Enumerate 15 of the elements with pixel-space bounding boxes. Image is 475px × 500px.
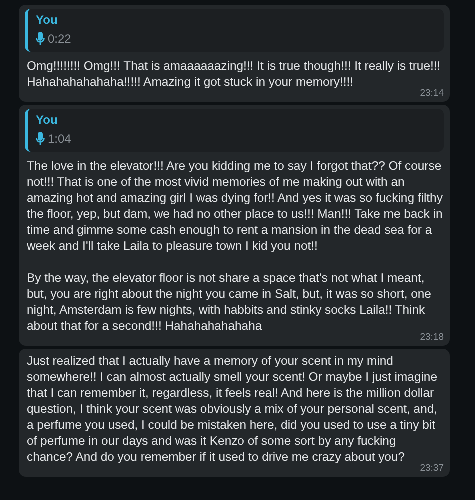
quoted-voice-message[interactable]: You 0:22 [25,9,444,52]
message-text: Omg!!!!!!!! Omg!!! That is amaaaaaazing!!! It is true though!!! It really is true!!! Hahahahahahaha!!!!! Amazing it got stuck in your memory!!!! [27,58,442,89]
quote-author: You [36,113,59,127]
voice-duration: 0:22 [48,32,72,46]
microphone-icon [36,32,45,46]
message-time: 23:14 [420,88,444,99]
message-time: 23:37 [420,463,444,474]
message-text: The love in the elevator!!! Are you kidding me to say I forgot that?? Of course not!!! That is one of the most vivid memories of me making out with an amazing hot and amazing girl I was dying for!! And yes it was so fucking filthy the floor, yep, but dam, we had no other place to us!!! Man!!! Take me back in time and gimme some cash enough to rent a mansion in the dead sea for a week and I'll take Laila to pleasure town I kid you not!! [27,158,444,254]
microphone-icon [36,132,45,146]
voice-duration: 1:04 [48,132,72,146]
message-text: By the way, the elevator floor is not share a space that's not what I meant, but, you are right about the night you came in Salt, but, it was so short, one night, Amsterdam is few nights, with habbits and stinky socks Laila!! Think about that for a second!!! Hahahahahahaha [27,270,432,333]
message-time: 23:18 [420,332,444,343]
quoted-voice-message[interactable]: You 1:04 [25,109,444,152]
message-text: Just realized that I actually have a memory of your scent in my mind somewhere!! I can almost actually smell your scent! Or maybe I just imagine that I can remember it, regardless, it feels real! And here is the million dollar question, I think your scent was obviously a mix of your personal scent, and, a perfume you used, I could be mistaken here, did you used to use a tiny bit of perfume in our days and was it Kenzo of some sort by any fucking chance? And do you remember if it used to drive me crazy about you? [27,353,439,464]
quote-author: You [36,13,59,27]
